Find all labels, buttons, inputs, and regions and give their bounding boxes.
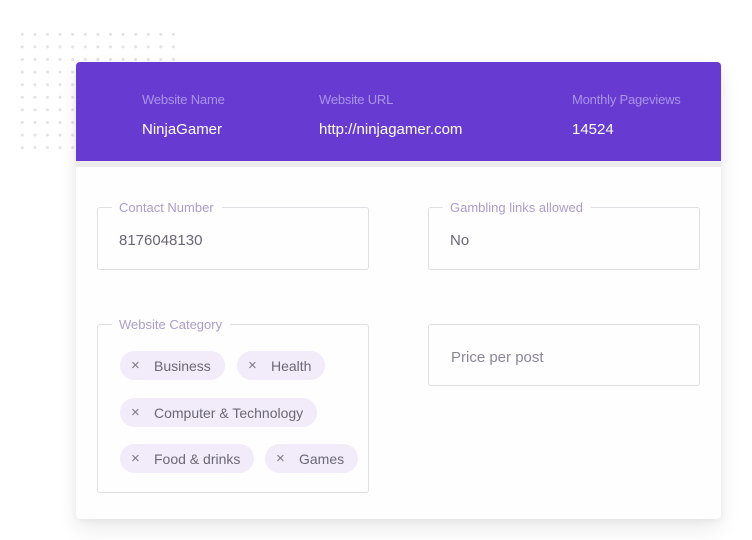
website-name-value: NinjaGamer (142, 121, 223, 138)
category-chip[interactable]: × Food & drinks (120, 444, 255, 473)
price-per-post-input[interactable]: Price per post (428, 324, 700, 386)
website-url-label: Website URL (319, 92, 394, 107)
monthly-pageviews-label: Monthly Pageviews (572, 92, 681, 107)
category-chip[interactable]: × Computer & Technology (120, 398, 318, 427)
website-url-value: http://ninjagamer.com (319, 121, 463, 138)
category-chip[interactable]: × Health (237, 351, 326, 380)
gambling-links-value[interactable]: No (450, 232, 469, 249)
website-summary-header: Website Name NinjaGamer Website URL http… (76, 62, 721, 161)
monthly-pageviews-column: Monthly Pageviews 14524 (572, 92, 681, 138)
remove-chip-icon[interactable]: × (131, 357, 154, 374)
contact-number-label: Contact Number (112, 200, 222, 215)
website-category-label: Website Category (112, 317, 231, 332)
remove-chip-icon[interactable]: × (248, 357, 271, 374)
gambling-links-label: Gambling links allowed (443, 200, 591, 215)
header-divider (76, 161, 721, 167)
chip-label: Food & drinks (154, 450, 241, 467)
category-chip[interactable]: × Business (120, 351, 225, 380)
chip-label: Health (271, 357, 312, 374)
chip-label: Computer & Technology (154, 404, 304, 421)
website-name-column: Website Name NinjaGamer (142, 92, 225, 138)
remove-chip-icon[interactable]: × (276, 450, 299, 467)
category-chip[interactable]: × Games (265, 444, 359, 473)
price-per-post-placeholder: Price per post (451, 349, 544, 366)
remove-chip-icon[interactable]: × (131, 404, 154, 421)
remove-chip-icon[interactable]: × (131, 450, 154, 467)
website-category-field[interactable]: Website Category × Business × Health × C… (97, 317, 369, 493)
contact-number-field[interactable]: Contact Number 8176048130 (97, 200, 369, 270)
website-name-label: Website Name (142, 92, 225, 107)
contact-number-value[interactable]: 8176048130 (119, 232, 202, 249)
gambling-links-field[interactable]: Gambling links allowed No (428, 200, 700, 270)
chip-label: Games (299, 450, 345, 467)
website-details-card: Website Name NinjaGamer Website URL http… (76, 62, 721, 519)
website-url-column: Website URL http://ninjagamer.com (319, 92, 462, 138)
monthly-pageviews-value: 14524 (572, 121, 614, 138)
chip-label: Business (154, 357, 211, 374)
